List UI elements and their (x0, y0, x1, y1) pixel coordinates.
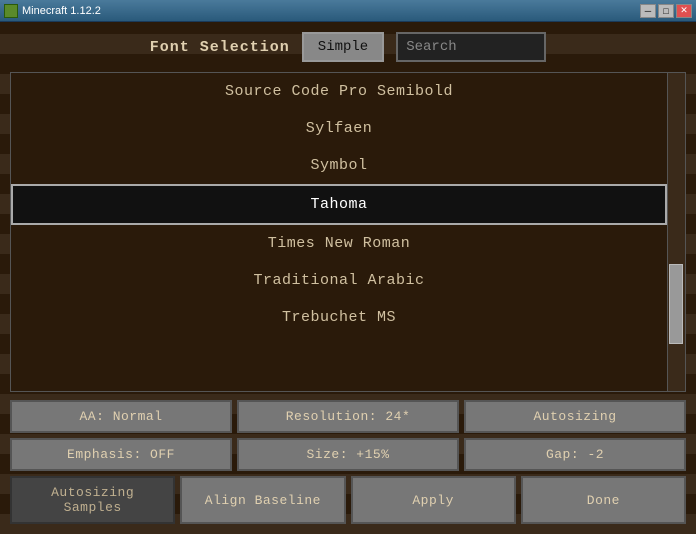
simple-button[interactable]: Simple (302, 32, 384, 62)
font-item-source-code-pro[interactable]: Source Code Pro Semibold (11, 73, 667, 110)
size-button[interactable]: Size: +15% (237, 438, 459, 471)
close-button[interactable]: ✕ (676, 4, 692, 18)
align-baseline-button[interactable]: Align Baseline (180, 476, 345, 524)
search-input[interactable] (396, 32, 546, 62)
gap-button[interactable]: Gap: -2 (464, 438, 686, 471)
controls-row-3: Autosizing Samples Align Baseline Apply … (10, 476, 686, 524)
apply-button[interactable]: Apply (351, 476, 516, 524)
resolution-button[interactable]: Resolution: 24* (237, 400, 459, 433)
aa-button[interactable]: AA: Normal (10, 400, 232, 433)
font-item-tahoma[interactable]: Tahoma (11, 184, 667, 225)
font-item-sylfaen[interactable]: Sylfaen (11, 110, 667, 147)
done-button[interactable]: Done (521, 476, 686, 524)
header-row: Font Selection Simple (10, 32, 686, 62)
controls: AA: Normal Resolution: 24* Autosizing Em… (10, 400, 686, 524)
title-bar-text: Minecraft 1.12.2 (4, 4, 101, 18)
font-list-container: Source Code Pro Semibold Sylfaen Symbol … (10, 72, 686, 392)
font-item-symbol[interactable]: Symbol (11, 147, 667, 184)
main-content: Font Selection Simple Source Code Pro Se… (0, 22, 696, 534)
scrollbar-thumb[interactable] (669, 264, 683, 344)
controls-row-1: AA: Normal Resolution: 24* Autosizing (10, 400, 686, 433)
emphasis-button[interactable]: Emphasis: OFF (10, 438, 232, 471)
font-item-trebuchet-ms[interactable]: Trebuchet MS (11, 299, 667, 336)
autosizing-button[interactable]: Autosizing (464, 400, 686, 433)
font-item-times-new-roman[interactable]: Times New Roman (11, 225, 667, 262)
app-title: Minecraft 1.12.2 (22, 5, 101, 17)
font-list[interactable]: Source Code Pro Semibold Sylfaen Symbol … (11, 73, 685, 391)
scrollbar-track[interactable] (667, 73, 685, 391)
controls-row-2: Emphasis: OFF Size: +15% Gap: -2 (10, 438, 686, 471)
autosizing-samples-button[interactable]: Autosizing Samples (10, 476, 175, 524)
title-bar: Minecraft 1.12.2 ─ □ ✕ (0, 0, 696, 22)
font-item-traditional-arabic[interactable]: Traditional Arabic (11, 262, 667, 299)
title-buttons: ─ □ ✕ (640, 4, 692, 18)
font-selection-label: Font Selection (150, 39, 290, 56)
app-icon (4, 4, 18, 18)
minimize-button[interactable]: ─ (640, 4, 656, 18)
maximize-button[interactable]: □ (658, 4, 674, 18)
